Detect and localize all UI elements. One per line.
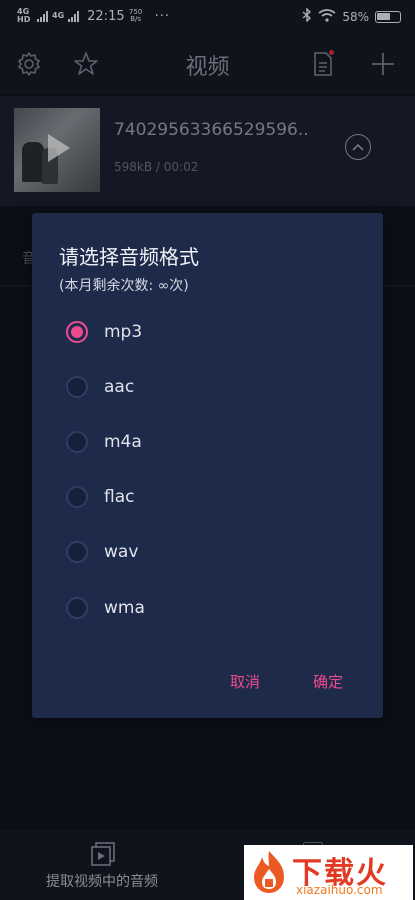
format-option-label: mp3 [104,322,143,342]
watermark: 下载火 xiazaihuo.com [244,845,413,900]
format-option-aac[interactable]: aac [66,372,336,402]
radio-unselected[interactable] [66,376,88,398]
format-option-m4a[interactable]: m4a [66,427,336,457]
dialog-title: 请选择音频格式 [59,245,199,269]
radio-unselected[interactable] [66,597,88,619]
format-option-flac[interactable]: flac [66,482,336,512]
flame-logo-icon [250,849,288,895]
audio-format-dialog: 请选择音频格式 (本月剩余次数: ∞次) mp3 aac m4a flac wa… [32,213,383,718]
format-option-wma[interactable]: wma [66,593,336,623]
format-option-label: m4a [104,432,142,452]
format-option-mp3[interactable]: mp3 [66,317,336,347]
dialog-subtitle: (本月剩余次数: ∞次) [59,278,189,294]
format-option-label: flac [104,487,135,507]
cancel-button[interactable]: 取消 [230,671,260,692]
radio-unselected[interactable] [66,486,88,508]
format-option-label: aac [104,377,135,397]
radio-unselected[interactable] [66,541,88,563]
radio-unselected[interactable] [66,431,88,453]
radio-selected[interactable] [66,321,88,343]
confirm-button[interactable]: 确定 [313,671,343,692]
watermark-url: xiazaihuo.com [296,883,383,897]
format-option-label: wav [104,542,139,562]
format-option-wav[interactable]: wav [66,537,336,567]
format-option-label: wma [104,598,145,618]
